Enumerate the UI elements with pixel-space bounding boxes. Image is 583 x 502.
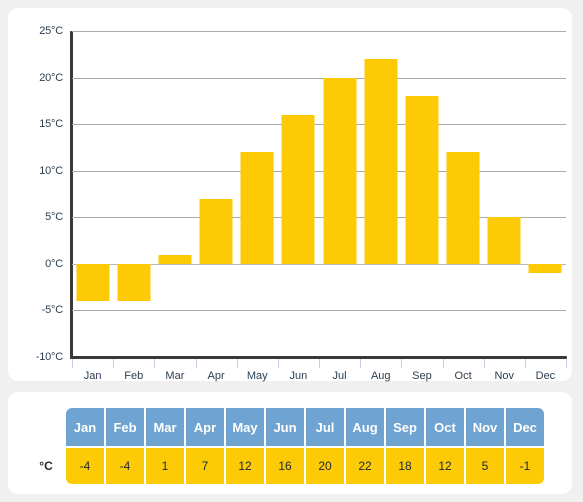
x-axis-tick-mark — [442, 359, 444, 368]
bar-slot — [196, 31, 237, 357]
bars-group — [72, 31, 566, 357]
table-header-jul: Jul — [306, 408, 344, 446]
bar-slot — [72, 31, 113, 357]
y-axis-tick-label: 10°C — [39, 164, 63, 177]
bar-nov[interactable] — [487, 217, 521, 264]
table-header-nov: Nov — [466, 408, 504, 446]
x-axis-label-sep: Sep — [412, 370, 432, 382]
x-axis-tick-mark — [319, 359, 320, 368]
table-cell-aug: 22 — [346, 448, 384, 484]
table-row-label: °C — [39, 459, 53, 473]
table-header-jan: Jan — [66, 408, 104, 446]
x-axis-tick-mark — [483, 359, 485, 368]
table-header-jun: Jun — [266, 408, 304, 446]
x-axis-label-aug: Aug — [370, 370, 391, 382]
x-axis-tick-mark — [401, 359, 403, 368]
table-header-mar: Mar — [146, 408, 184, 446]
x-axis-tick-mark — [360, 359, 362, 368]
y-axis-tick-label: 15°C — [39, 118, 63, 131]
bar-slot — [278, 31, 319, 357]
bar-dec[interactable] — [528, 263, 562, 274]
bar-apr[interactable] — [199, 198, 233, 264]
bar-slot — [401, 31, 442, 357]
y-axis-tick-label: 0°C — [45, 257, 63, 270]
table-cell-mar: 1 — [146, 448, 184, 484]
table-header-dec: Dec — [506, 408, 544, 446]
bar-slot — [360, 31, 401, 357]
bar-jan[interactable] — [76, 263, 110, 302]
table-header-oct: Oct — [426, 408, 464, 446]
bar-may[interactable] — [240, 152, 274, 264]
table-cell-feb: -4 — [106, 448, 144, 484]
bar-feb[interactable] — [117, 263, 151, 302]
x-axis-tick-mark — [524, 359, 526, 368]
temperature-table-panel: Jan Feb Mar Apr May Jun Jul Aug Sep Oct Nov Dec °C … — [8, 392, 572, 494]
bar-slot — [484, 31, 525, 357]
table-header-row: Jan Feb Mar Apr May Jun Jul Aug Sep Oct Nov Dec — [28, 408, 544, 446]
y-axis-tick-label: -10°C — [35, 351, 63, 363]
x-axis-label-mar: Mar — [165, 370, 185, 382]
x-axis-label-may: May — [246, 370, 268, 382]
table-header-aug: Aug — [346, 408, 384, 446]
x-axis-label-nov: Nov — [494, 370, 515, 382]
x-axis-label-jul: Jul — [332, 370, 347, 382]
x-axis-tick-mark — [236, 359, 238, 368]
bar-jun[interactable] — [281, 114, 315, 264]
chart-plot-area: 25°C 20°C 15°C 10°C 5°C 0°C -5°C -10°C Jan Feb Ma… — [36, 25, 567, 382]
y-axis-tick-label: 5°C — [45, 211, 63, 224]
table-cell-jun: 16 — [266, 448, 304, 484]
x-axis-tick-mark — [195, 359, 197, 368]
y-axis-tick-label: 25°C — [39, 25, 63, 37]
x-axis-label-jan: Jan — [83, 370, 102, 382]
temperature-chart-panel: 25°C 20°C 15°C 10°C 5°C 0°C -5°C -10°C Jan Feb Ma… — [8, 8, 572, 382]
x-axis-label-jun: Jun — [289, 370, 308, 382]
x-axis-tick-mark — [113, 359, 115, 368]
x-axis-label-oct: Oct — [454, 370, 472, 382]
bar-slot — [443, 31, 484, 357]
bar-slot — [113, 31, 154, 357]
bar-slot — [237, 31, 278, 357]
bar-oct[interactable] — [446, 152, 480, 264]
table-header-apr: Apr — [186, 408, 224, 446]
table-cell-oct: 12 — [426, 448, 464, 484]
table-cell-jan: -4 — [66, 448, 104, 484]
bar-mar[interactable] — [158, 254, 192, 264]
x-axis-tick-mark — [566, 359, 567, 368]
table-value-row: °C -4 -4 1 7 12 16 20 22 18 12 5 -1 — [28, 448, 544, 484]
table-corner-cell — [28, 408, 64, 446]
table-header-feb: Feb — [106, 408, 144, 446]
bar-aug[interactable] — [364, 58, 398, 264]
temperature-table: Jan Feb Mar Apr May Jun Jul Aug Sep Oct Nov Dec °C … — [26, 406, 546, 486]
x-axis-label-apr: Apr — [207, 370, 225, 382]
x-axis-label-dec: Dec — [535, 370, 556, 382]
x-axis-tick-mark — [72, 359, 73, 368]
bar-slot — [319, 31, 360, 357]
table-cell-dec: -1 — [506, 448, 544, 484]
table-header-may: May — [226, 408, 264, 446]
table-cell-apr: 7 — [186, 448, 224, 484]
table-header-sep: Sep — [386, 408, 424, 446]
table-cell-nov: 5 — [466, 448, 504, 484]
x-axis-label-feb: Feb — [124, 370, 144, 382]
y-axis-tick-label: 20°C — [39, 71, 63, 84]
bar-sep[interactable] — [405, 96, 439, 264]
x-axis-tick-mark — [154, 359, 156, 368]
x-axis-tick-mark — [277, 359, 279, 368]
table-cell-sep: 18 — [386, 448, 424, 484]
bar-jul[interactable] — [323, 77, 357, 264]
table-cell-may: 12 — [226, 448, 264, 484]
bar-slot — [525, 31, 566, 357]
table-cell-jul: 20 — [306, 448, 344, 484]
bar-slot — [154, 31, 195, 357]
y-axis-tick-label: -5°C — [41, 304, 64, 317]
